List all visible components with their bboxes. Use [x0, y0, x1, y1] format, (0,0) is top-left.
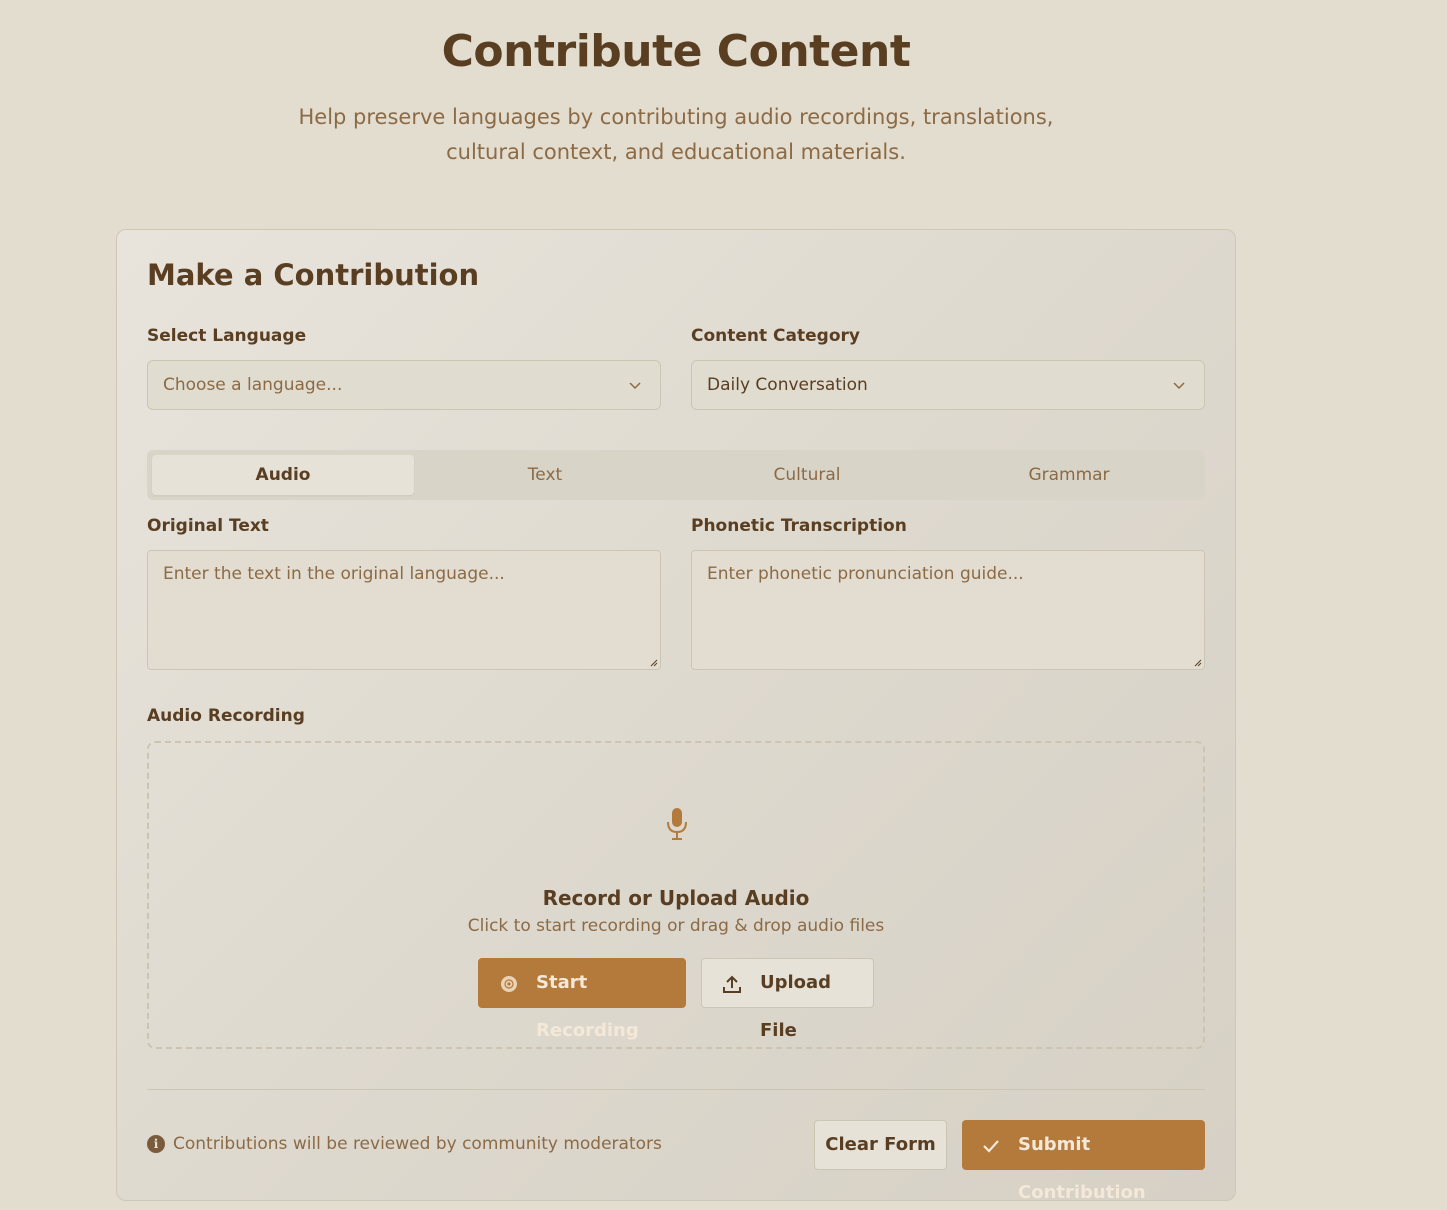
- subtitle-line-1: Help preserve languages by contributing …: [298, 105, 1054, 129]
- audio-dropzone[interactable]: Record or Upload Audio Click to start re…: [147, 741, 1205, 1049]
- review-notice: i Contributions will be reviewed by commu…: [147, 1134, 662, 1154]
- microphone-icon: [667, 808, 687, 840]
- tab-cultural[interactable]: Cultural: [676, 455, 938, 495]
- upload-file-label: Upload File: [760, 972, 832, 1041]
- subtitle-line-2: cultural context, and educational materi…: [446, 140, 906, 164]
- card-title: Make a Contribution: [147, 258, 480, 292]
- chevron-down-icon: [629, 382, 641, 390]
- language-select-value: Choose a language...: [163, 375, 343, 395]
- submit-contribution-label: Submit Contribution: [1018, 1134, 1146, 1203]
- start-recording-label: Start Recording: [536, 972, 639, 1041]
- clear-form-button[interactable]: Clear Form: [814, 1120, 947, 1170]
- phonetic-transcription-label: Phonetic Transcription: [691, 516, 907, 536]
- original-text-label: Original Text: [147, 516, 269, 536]
- contribution-card: Make a Contribution Select Language Choo…: [116, 229, 1236, 1203]
- dropzone-subtitle: Click to start recording or drag & drop …: [467, 916, 885, 936]
- content-type-tabs: Audio Text Cultural Grammar: [147, 450, 1205, 500]
- start-recording-button[interactable]: Start Recording: [478, 958, 686, 1041]
- page-subtitle: Help preserve languages by contributing …: [276, 100, 1076, 170]
- phonetic-transcription-placeholder: Enter phonetic pronunciation guide...: [707, 564, 1024, 584]
- language-select[interactable]: Choose a language...: [147, 360, 661, 410]
- page-title: Contribute Content: [441, 26, 911, 77]
- chevron-down-icon: [1173, 382, 1185, 390]
- review-notice-text: Contributions will be reviewed by commun…: [173, 1134, 662, 1154]
- tab-text[interactable]: Text: [414, 455, 676, 495]
- phonetic-transcription-input[interactable]: Enter phonetic pronunciation guide...: [691, 550, 1205, 670]
- original-text-placeholder: Enter the text in the original language.…: [163, 564, 505, 584]
- tab-grammar[interactable]: Grammar: [938, 455, 1200, 495]
- audio-recording-label: Audio Recording: [147, 706, 305, 726]
- footer-divider: [147, 1089, 1205, 1090]
- upload-file-button[interactable]: Upload File: [701, 958, 874, 1041]
- select-language-label: Select Language: [147, 326, 307, 346]
- category-select-value: Daily Conversation: [707, 375, 868, 395]
- resize-handle-icon[interactable]: [1192, 657, 1202, 667]
- resize-handle-icon[interactable]: [648, 657, 658, 667]
- submit-contribution-button[interactable]: Submit Contribution: [962, 1120, 1205, 1203]
- category-select[interactable]: Daily Conversation: [691, 360, 1205, 410]
- record-icon: [501, 976, 517, 992]
- tab-audio[interactable]: Audio: [152, 455, 414, 495]
- checkmark-icon: [983, 1140, 999, 1153]
- dropzone-title: Record or Upload Audio: [542, 886, 810, 910]
- original-text-input[interactable]: Enter the text in the original language.…: [147, 550, 661, 670]
- info-icon: i: [147, 1135, 165, 1153]
- content-category-label: Content Category: [691, 326, 860, 346]
- upload-icon: [723, 975, 741, 993]
